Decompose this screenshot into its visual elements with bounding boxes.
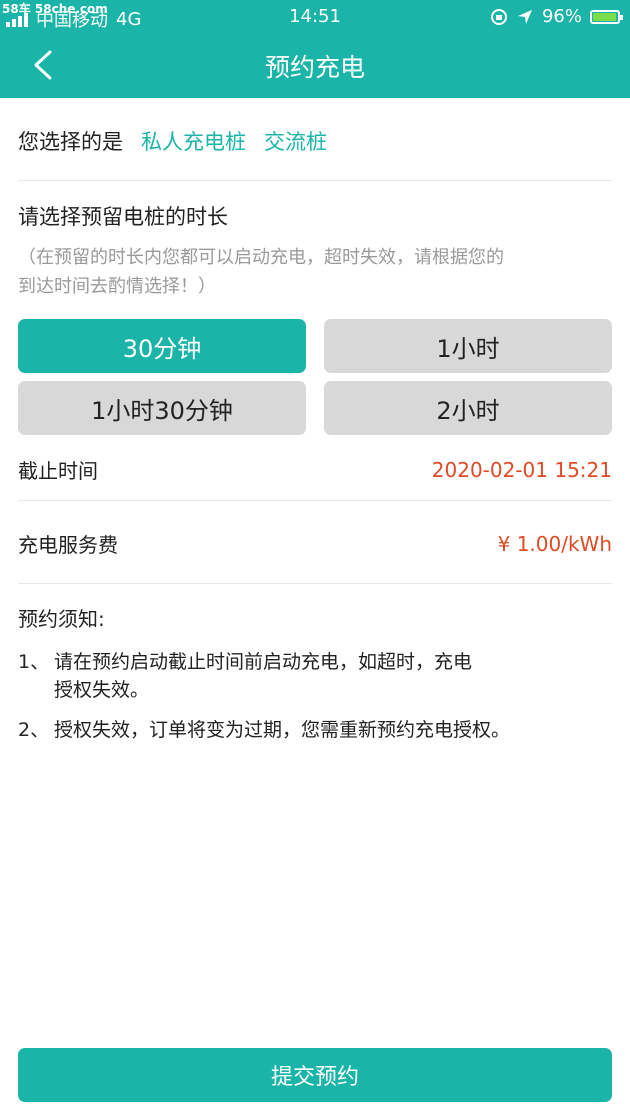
note-number: 1、 bbox=[18, 651, 50, 673]
deadline-label: 截止时间 bbox=[18, 459, 98, 483]
divider bbox=[18, 583, 612, 584]
duration-hint-line2: 到达时间去酌情选择！） bbox=[18, 276, 216, 297]
selection-row: 您选择的是 私人充电桩 交流桩 bbox=[18, 126, 612, 156]
duration-hint-line1: （在预留的时长内您都可以启动充电，超时失效，请根据您的 bbox=[18, 247, 504, 268]
page-title: 预约充电 bbox=[264, 53, 365, 82]
selection-kind: 交流桩 bbox=[264, 130, 327, 154]
notes-title: 预约须知: bbox=[18, 607, 105, 631]
note-text-line1: 授权失效，订单将变为过期，您需重新预约充电授权。 bbox=[54, 719, 511, 741]
fee-row: 充电服务费 ¥ 1.00/kWh bbox=[18, 529, 612, 558]
deadline-row: 截止时间 2020-02-01 15:21 bbox=[18, 455, 612, 484]
duration-option-2h[interactable]: 2小时 bbox=[324, 381, 612, 435]
fee-label: 充电服务费 bbox=[18, 533, 118, 557]
selection-type: 私人充电桩 bbox=[141, 130, 246, 154]
duration-title: 请选择预留电桩的时长 bbox=[18, 205, 228, 229]
duration-option-1h[interactable]: 1小时 bbox=[324, 319, 612, 373]
location-arrow-icon bbox=[517, 9, 532, 24]
selection-label: 您选择的是 bbox=[18, 130, 123, 154]
duration-option-30min[interactable]: 30分钟 bbox=[18, 319, 306, 373]
battery-icon bbox=[590, 9, 623, 24]
duration-option-1h30min[interactable]: 1小时30分钟 bbox=[18, 381, 306, 435]
divider bbox=[18, 180, 612, 181]
duration-hint: （在预留的时长内您都可以启动充电，超时失效，请根据您的 到达时间去酌情选择！） bbox=[18, 243, 612, 301]
fee-value: ¥ 1.00/kWh bbox=[497, 531, 612, 556]
status-right: 96% bbox=[490, 6, 623, 27]
deadline-value: 2020-02-01 15:21 bbox=[431, 457, 612, 482]
lock-rotation-icon bbox=[490, 8, 507, 25]
note-item: 1、 请在预约启动截止时间前启动充电，如超时，充电 授权失效。 bbox=[18, 648, 612, 704]
divider bbox=[18, 500, 612, 501]
note-text-line1: 请在预约启动截止时间前启动充电，如超时，充电 bbox=[54, 651, 473, 673]
note-text-line2: 授权失效。 bbox=[54, 679, 150, 701]
battery-fill bbox=[593, 12, 616, 21]
battery-percent: 96% bbox=[541, 6, 582, 27]
nav-bar: 预约充电 bbox=[0, 34, 630, 98]
note-number: 2、 bbox=[18, 719, 50, 741]
submit-reservation-button[interactable]: 提交预约 bbox=[18, 1048, 612, 1102]
status-bar: 中国移动 4G 58车 58che.com 14:51 96% bbox=[0, 0, 630, 34]
note-item: 2、 授权失效，订单将变为过期，您需重新预约充电授权。 bbox=[18, 716, 612, 744]
